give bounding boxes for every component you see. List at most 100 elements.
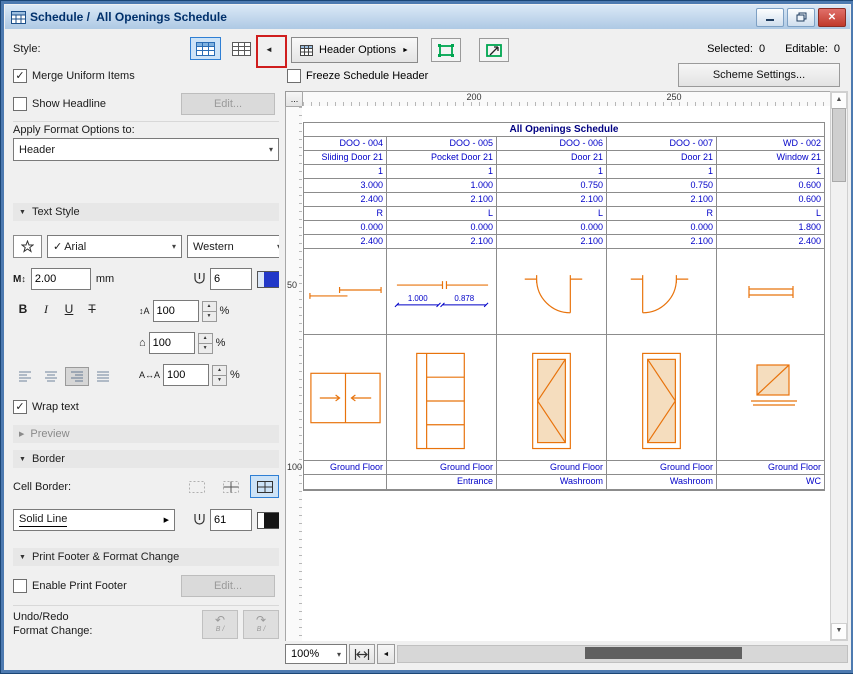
- elevation-window[interactable]: [717, 335, 824, 461]
- font-family-select[interactable]: ✓ Arial ▾: [47, 235, 182, 258]
- text-pen-input[interactable]: [210, 268, 252, 290]
- plan-door-swing-right[interactable]: [607, 249, 717, 335]
- table-cell[interactable]: Ground Floor: [607, 461, 717, 475]
- table-cell[interactable]: DOO - 006: [497, 137, 607, 151]
- table-cell[interactable]: DOO - 007: [607, 137, 717, 151]
- favorites-button[interactable]: [13, 235, 42, 258]
- font-script-select[interactable]: Western ▾: [187, 235, 287, 258]
- border-pen-input[interactable]: [210, 509, 252, 531]
- minimize-button[interactable]: [756, 8, 784, 27]
- table-cell[interactable]: R: [607, 207, 717, 221]
- char-spacing-stepper[interactable]: ▲▼: [212, 365, 227, 386]
- table-cell[interactable]: L: [717, 207, 824, 221]
- fit-width-button[interactable]: [349, 644, 375, 664]
- table-cell[interactable]: 2.100: [607, 235, 717, 249]
- line-spacing-stepper[interactable]: ▲▼: [202, 301, 217, 322]
- table-cell[interactable]: 0.600: [717, 179, 824, 193]
- table-cell[interactable]: [304, 475, 387, 490]
- font-size-input[interactable]: [31, 268, 91, 290]
- width-factor-stepper[interactable]: ▲▼: [198, 333, 213, 354]
- table-cell[interactable]: Window 21: [717, 151, 824, 165]
- table-cell[interactable]: WD - 002: [717, 137, 824, 151]
- vertical-scrollbar[interactable]: ▲ ▼: [830, 91, 848, 641]
- line-spacing-input[interactable]: [153, 300, 199, 322]
- elevation-door-left[interactable]: [497, 335, 607, 461]
- vertical-scrollbar-thumb[interactable]: [832, 108, 846, 182]
- zoom-select[interactable]: 100% ▾: [285, 644, 347, 664]
- horizontal-scrollbar[interactable]: [397, 645, 848, 663]
- table-cell[interactable]: Entrance: [387, 475, 497, 490]
- table-cell[interactable]: 2.100: [387, 235, 497, 249]
- table-cell[interactable]: 1: [387, 165, 497, 179]
- table-cell[interactable]: 0.750: [607, 179, 717, 193]
- scroll-up-icon[interactable]: ▲: [831, 92, 847, 109]
- table-cell[interactable]: 0.600: [717, 193, 824, 207]
- align-right-button[interactable]: [65, 367, 89, 386]
- plan-pocket-door[interactable]: 1.000 0.878: [387, 249, 497, 335]
- elevation-pocket-door[interactable]: [387, 335, 497, 461]
- scroll-down-icon[interactable]: ▼: [831, 623, 847, 640]
- align-justify-button[interactable]: [91, 367, 115, 386]
- undo-format-button[interactable]: ↶ B /: [202, 610, 238, 639]
- elevation-sliding-door[interactable]: [304, 335, 387, 461]
- table-cell[interactable]: 2.100: [497, 235, 607, 249]
- table-cell[interactable]: 1.800: [717, 221, 824, 235]
- horizontal-scrollbar-thumb[interactable]: [585, 647, 742, 659]
- merge-uniform-checkbox[interactable]: ✓: [13, 69, 27, 83]
- elevation-door-right[interactable]: [607, 335, 717, 461]
- text-style-section-header[interactable]: ▼ Text Style: [13, 203, 287, 221]
- table-cell[interactable]: Ground Floor: [717, 461, 824, 475]
- scroll-left-button[interactable]: ◄: [377, 644, 395, 664]
- table-cell[interactable]: 2.100: [607, 193, 717, 207]
- table-cell[interactable]: DOO - 005: [387, 137, 497, 151]
- table-cell[interactable]: 1: [497, 165, 607, 179]
- table-cell[interactable]: L: [387, 207, 497, 221]
- strikethrough-button[interactable]: T: [82, 300, 102, 318]
- table-cell[interactable]: Ground Floor: [387, 461, 497, 475]
- table-cell[interactable]: 1: [304, 165, 387, 179]
- h-ruler[interactable]: 200250: [302, 91, 832, 107]
- border-none-button[interactable]: [182, 475, 211, 498]
- table-cell[interactable]: L: [497, 207, 607, 221]
- style-plain-button[interactable]: [226, 37, 257, 60]
- table-cell[interactable]: DOO - 004: [304, 137, 387, 151]
- freeze-header-checkbox[interactable]: [287, 69, 301, 83]
- table-cell[interactable]: 2.400: [304, 193, 387, 207]
- print-footer-section-header[interactable]: ▼ Print Footer & Format Change: [13, 548, 287, 566]
- apply-format-select[interactable]: Header ▾: [13, 138, 279, 161]
- table-cell[interactable]: 3.000: [304, 179, 387, 193]
- table-cell[interactable]: 1: [607, 165, 717, 179]
- close-button[interactable]: ✕: [818, 8, 846, 27]
- wrap-text-checkbox[interactable]: ✓: [13, 400, 27, 414]
- plan-sliding-door[interactable]: [304, 249, 387, 335]
- select-area-button[interactable]: [431, 38, 461, 62]
- restore-button[interactable]: [787, 8, 815, 27]
- plan-window[interactable]: [717, 249, 824, 335]
- table-cell[interactable]: WC: [717, 475, 824, 490]
- table-cell[interactable]: 2.400: [717, 235, 824, 249]
- align-center-button[interactable]: [39, 367, 63, 386]
- table-cell[interactable]: 0.000: [607, 221, 717, 235]
- table-cell[interactable]: 1.000: [387, 179, 497, 193]
- header-options-button[interactable]: Header Options ►: [291, 37, 418, 63]
- table-cell[interactable]: 2.400: [304, 235, 387, 249]
- width-factor-input[interactable]: [149, 332, 195, 354]
- table-cell[interactable]: 2.100: [497, 193, 607, 207]
- show-headline-checkbox[interactable]: [13, 97, 27, 111]
- align-left-button[interactable]: [13, 367, 37, 386]
- plan-door-swing-left[interactable]: [497, 249, 607, 335]
- italic-button[interactable]: I: [36, 300, 56, 318]
- table-cell[interactable]: R: [304, 207, 387, 221]
- table-cell[interactable]: 2.100: [387, 193, 497, 207]
- title-bar[interactable]: Schedule / All Openings Schedule ✕: [5, 5, 850, 29]
- table-cell[interactable]: 1: [717, 165, 824, 179]
- table-cell[interactable]: Ground Floor: [304, 461, 387, 475]
- table-cell[interactable]: Washroom: [607, 475, 717, 490]
- border-section-header[interactable]: ▼ Border: [13, 450, 287, 468]
- border-inner-button[interactable]: [216, 475, 245, 498]
- table-cell[interactable]: Ground Floor: [497, 461, 607, 475]
- schedule-canvas[interactable]: All Openings Schedule DOO - 004DOO - 005…: [302, 106, 832, 641]
- headline-edit-button[interactable]: Edit...: [181, 93, 275, 115]
- zoom-to-selection-button[interactable]: [479, 38, 509, 62]
- table-cell[interactable]: Door 21: [607, 151, 717, 165]
